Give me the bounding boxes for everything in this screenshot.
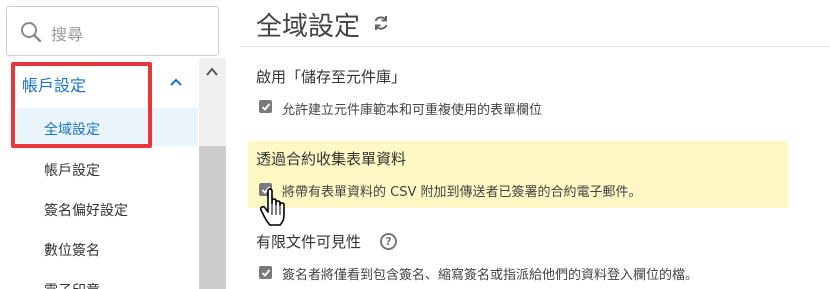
highlight-annotation-box xyxy=(11,62,152,148)
page-title: 全域設定 xyxy=(256,12,361,42)
scroll-up-button[interactable] xyxy=(199,58,226,86)
main-panel: 全域設定 啟用「儲存至元件庫」 允許建立元件庫範本和可重複使用的表單欄位 透過合… xyxy=(226,0,830,289)
search-input[interactable]: 搜尋 xyxy=(6,6,219,56)
section-title-limited-visibility: 有限文件可見性 xyxy=(256,233,362,251)
scroll-thumb[interactable] xyxy=(199,146,226,289)
help-icon[interactable]: ? xyxy=(380,233,397,250)
sidebar: 搜尋 帳戶設定 全域設定 帳戶設定 簽名偏好設定 數位簽名 電子印章 xyxy=(0,0,226,289)
sidebar-scrollbar[interactable] xyxy=(199,58,226,289)
checkbox-label-collect-form-data: 將帶有表單資料的 CSV 附加到傳送者已簽署的合約電子郵件。 xyxy=(282,185,642,200)
nav-item-account-settings[interactable]: 帳戶設定 xyxy=(44,160,100,180)
search-icon xyxy=(21,22,42,43)
chevron-up-icon[interactable] xyxy=(168,74,184,90)
hand-cursor-icon xyxy=(259,188,285,226)
section-title-collect-form-data: 透過合約收集表單資料 xyxy=(256,150,407,168)
checkbox-label-save-to-library: 允許建立元件庫範本和可重複使用的表單欄位 xyxy=(282,103,543,118)
chevron-up-icon xyxy=(206,67,218,76)
checkbox-limited-visibility[interactable] xyxy=(259,266,272,279)
checkbox-label-limited-visibility: 簽名者將僅看到包含簽名、縮寫簽名或指派給他們的資料登入欄位的檔。 xyxy=(282,268,699,283)
checkbox-save-to-library[interactable] xyxy=(259,100,272,113)
nav-item-electronic-seal[interactable]: 電子印章 xyxy=(44,280,100,289)
search-placeholder: 搜尋 xyxy=(51,25,84,44)
section-title-save-to-library: 啟用「儲存至元件庫」 xyxy=(256,68,407,86)
refresh-icon[interactable] xyxy=(372,14,390,32)
nav-item-signature-preferences[interactable]: 簽名偏好設定 xyxy=(44,200,128,220)
nav-item-digital-signature[interactable]: 數位簽名 xyxy=(44,240,100,260)
